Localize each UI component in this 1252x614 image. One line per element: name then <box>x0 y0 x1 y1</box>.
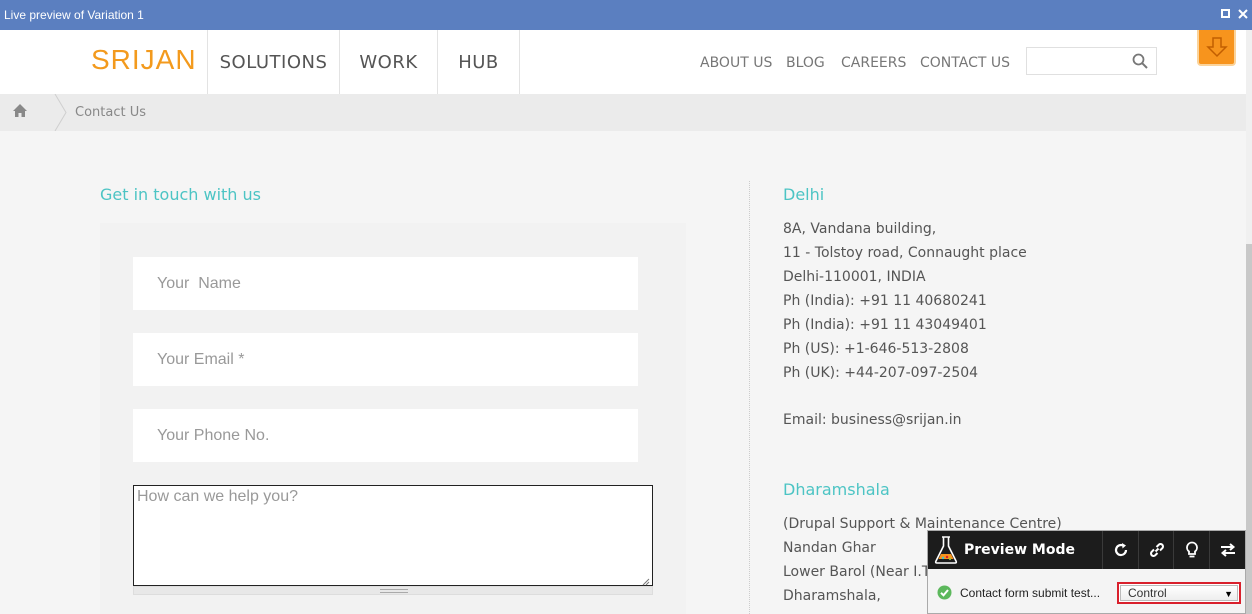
phone-line: Ph (US): +1-646-513-2808 <box>783 341 969 357</box>
office-city-dharamshala: Dharamshala <box>783 480 890 499</box>
column-divider <box>749 181 750 614</box>
resize-handle-icon[interactable] <box>380 589 408 593</box>
breadcrumb-current: Contact Us <box>75 105 146 120</box>
message-field[interactable] <box>133 485 653 586</box>
page-scrollbar[interactable] <box>1246 30 1252 614</box>
nav-careers[interactable]: CAREERS <box>841 55 906 71</box>
textarea-resize-bar[interactable] <box>133 586 653 595</box>
nav-solutions[interactable]: SOLUTIONS <box>207 30 339 94</box>
delhi-address: 8A, Vandana building, 11 - Tolstoy road,… <box>783 217 1027 385</box>
delhi-email[interactable]: Email: business@srijan.in <box>783 408 962 432</box>
search-icon[interactable] <box>1132 53 1148 73</box>
name-field[interactable] <box>133 257 638 310</box>
variation-selected-label: Control <box>1128 586 1167 600</box>
address-line: 11 - Tolstoy road, Connaught place <box>783 245 1027 261</box>
close-icon[interactable] <box>1237 8 1249 20</box>
dropdown-arrow-icon[interactable]: ▼ <box>1224 587 1233 602</box>
swap-icon[interactable] <box>1209 531 1245 569</box>
scrollbar-thumb[interactable] <box>1246 244 1252 614</box>
preview-test-row: Contact form submit test... Control ▼ <box>928 569 1245 613</box>
breadcrumb-separator <box>54 93 68 135</box>
search-input[interactable] <box>1031 51 1126 71</box>
phone-line: Ph (UK): +44-207-097-2504 <box>783 365 979 381</box>
preview-title: Preview Mode <box>964 542 1075 558</box>
lightbulb-icon[interactable] <box>1173 531 1209 569</box>
variation-select[interactable]: Control ▼ <box>1117 582 1241 604</box>
nav-about-us[interactable]: ABOUT US <box>700 55 772 71</box>
phone-line: Ph (India): +91 11 40680241 <box>783 293 987 309</box>
phone-field[interactable] <box>133 409 638 462</box>
nav-contact-us[interactable]: CONTACT US <box>920 55 1010 71</box>
srijan-logo[interactable]: SRIJAN <box>91 44 197 76</box>
nav-hub[interactable]: HUB <box>437 30 520 94</box>
preview-toolbar: Preview Mode <box>928 531 1245 569</box>
link-icon[interactable] <box>1138 531 1174 569</box>
office-city-delhi: Delhi <box>783 185 825 204</box>
check-circle-icon <box>937 585 952 604</box>
window-titlebar: Live preview of Variation 1 <box>0 0 1252 30</box>
phone-line: Ph (India): +91 11 43049401 <box>783 317 987 333</box>
arrow-down-icon <box>1205 37 1228 58</box>
variation-select-value[interactable]: Control ▼ <box>1120 585 1238 601</box>
breadcrumb: Contact Us <box>0 93 1246 132</box>
home-icon[interactable] <box>12 103 28 122</box>
nav-work[interactable]: WORK <box>339 30 437 94</box>
main-nav: SOLUTIONS WORK HUB <box>207 30 520 94</box>
search-box <box>1026 47 1157 75</box>
address-line: Delhi-110001, INDIA <box>783 269 926 285</box>
download-button[interactable] <box>1197 30 1236 66</box>
address-line: 8A, Vandana building, <box>783 221 937 237</box>
refresh-icon[interactable] <box>1102 531 1138 569</box>
test-name: Contact form submit test... <box>960 586 1101 600</box>
email-field[interactable] <box>133 333 638 386</box>
site-header: SRIJAN SOLUTIONS WORK HUB ABOUT US BLOG … <box>0 30 1252 94</box>
nav-blog[interactable]: BLOG <box>786 55 825 71</box>
flask-icon <box>934 535 958 569</box>
window-title: Live preview of Variation 1 <box>4 8 144 22</box>
maximize-icon[interactable] <box>1221 9 1230 18</box>
form-heading: Get in touch with us <box>100 185 262 204</box>
preview-mode-panel: Preview Mode Contact form submit test...… <box>927 530 1246 614</box>
